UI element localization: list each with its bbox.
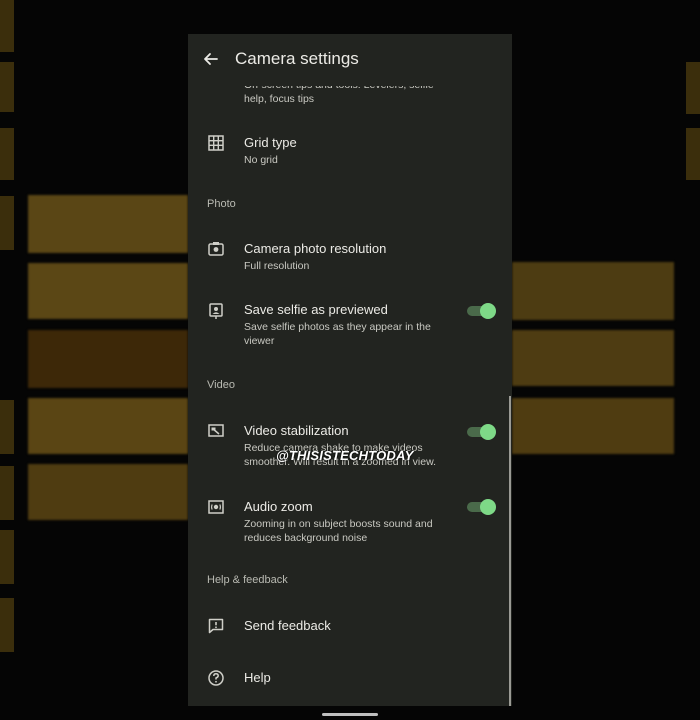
background-bar: [512, 330, 674, 386]
settings-item-label: Camera photo resolution: [244, 241, 387, 256]
background-bar: [28, 330, 188, 388]
feedback-icon: [208, 618, 224, 634]
settings-item-label: Grid type: [244, 135, 297, 150]
settings-item-label: Save selfie as previewed: [244, 302, 388, 317]
video-stabilization-toggle[interactable]: [467, 424, 496, 440]
background-edge: [0, 400, 14, 454]
settings-item-grid-type[interactable]: Grid type No grid: [188, 120, 512, 172]
settings-item-sub: Full resolution: [244, 260, 310, 272]
settings-item-label: Video stabilization: [244, 423, 349, 438]
background-edge: [686, 128, 700, 180]
settings-item-video-stabilization[interactable]: Video stabilization Reduce camera shake …: [188, 412, 512, 476]
settings-item-sub: Save selfie photos as they appear in the…: [244, 321, 431, 347]
watermark-text: @THISISTECHTODAY: [276, 448, 414, 463]
settings-item-label: Send feedback: [244, 618, 331, 633]
settings-item-label: Audio zoom: [244, 499, 313, 514]
page-title: Camera settings: [235, 49, 359, 68]
camera-icon: [208, 242, 224, 256]
background-edge: [0, 128, 14, 180]
settings-item-sub: No grid: [244, 154, 278, 166]
settings-item-label: Help: [244, 670, 271, 685]
help-icon: [208, 670, 224, 686]
selfie-icon: [209, 303, 223, 319]
section-header-video: Video: [207, 379, 235, 391]
scrollbar[interactable]: [509, 396, 511, 706]
background-bar: [512, 398, 674, 454]
toggle-thumb: [480, 303, 496, 319]
background-bar: [512, 262, 674, 320]
toggle-thumb: [480, 424, 496, 440]
background-edge: [0, 598, 14, 652]
background-edge: [0, 62, 14, 112]
grid-icon: [208, 135, 224, 151]
settings-item-save-selfie[interactable]: Save selfie as previewed Save selfie pho…: [188, 290, 512, 356]
section-header-help-feedback: Help & feedback: [207, 574, 288, 586]
background-edge: [0, 196, 14, 250]
app-bar: Camera settings: [188, 34, 512, 86]
background-edge: [0, 530, 14, 584]
background-edge: [686, 62, 700, 114]
section-header-photo: Photo: [207, 198, 236, 210]
audio-zoom-icon: [208, 500, 224, 514]
settings-item-photo-resolution[interactable]: Camera photo resolution Full resolution: [188, 230, 512, 282]
audio-zoom-toggle[interactable]: [467, 499, 496, 515]
settings-item-sub: Zooming in on subject boosts sound and r…: [244, 518, 433, 544]
back-arrow-icon[interactable]: [202, 50, 220, 68]
background-edge: [0, 466, 14, 520]
toggle-thumb: [480, 499, 496, 515]
settings-screen: On-screen tips and tools: Levelers, self…: [188, 34, 512, 706]
home-indicator[interactable]: [322, 713, 378, 716]
save-selfie-toggle[interactable]: [467, 303, 496, 319]
settings-item-send-feedback[interactable]: Send feedback: [188, 606, 512, 650]
stabilization-icon: [208, 424, 224, 437]
background-bar: [28, 195, 188, 253]
background-bar: [28, 263, 188, 319]
background-edge: [0, 0, 14, 52]
background-bar: [28, 398, 188, 454]
settings-item-help[interactable]: Help: [188, 658, 512, 702]
background-bar: [28, 464, 188, 520]
settings-item-audio-zoom[interactable]: Audio zoom Zooming in on subject boosts …: [188, 489, 512, 553]
